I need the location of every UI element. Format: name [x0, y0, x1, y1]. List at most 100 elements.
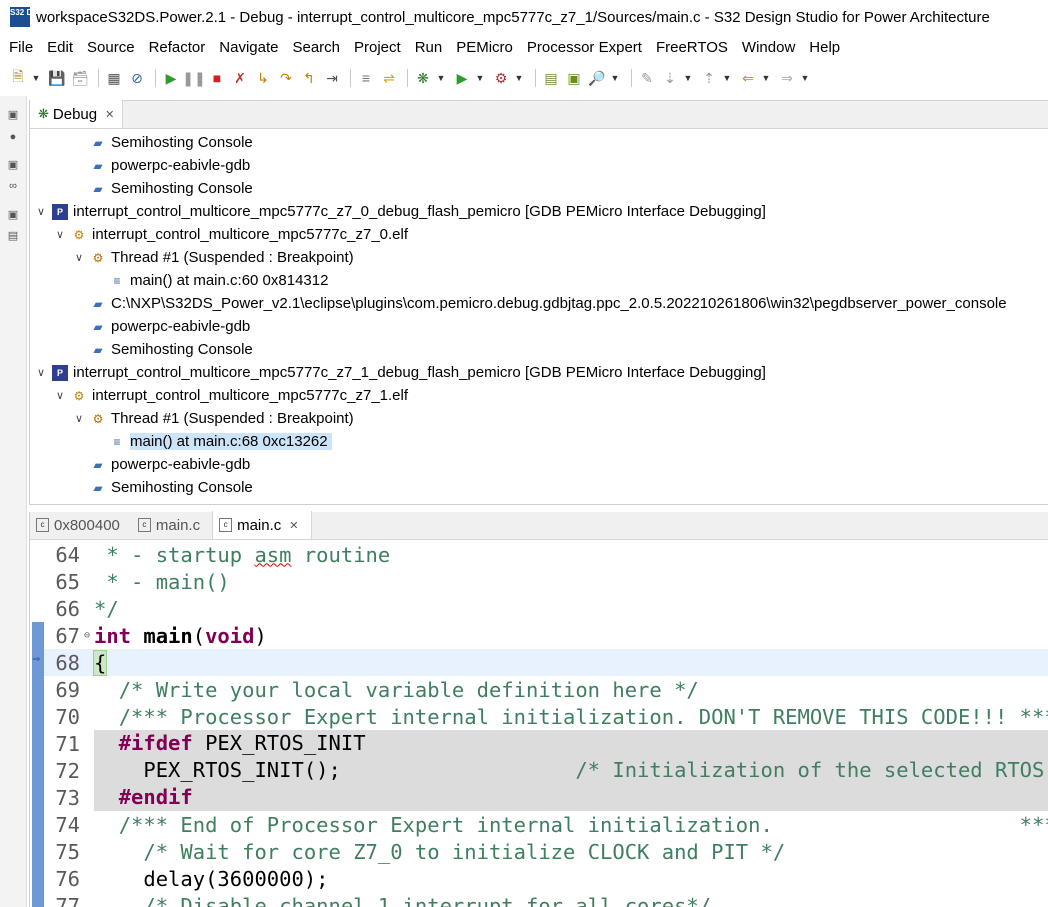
dropdown-arrow-icon[interactable]: ▼ [683, 68, 693, 88]
binary-icon[interactable]: ▦ [104, 68, 124, 88]
dropdown-arrow-icon[interactable]: ▼ [800, 68, 810, 88]
save-all-icon[interactable]: 🗃 [70, 68, 90, 88]
debug-tree-item[interactable]: ∨ ⚙ Thread #1 (Suspended : Breakpoint) [72, 407, 354, 430]
forward-icon[interactable]: ⇒ [777, 68, 797, 88]
menu-navigate[interactable]: Navigate [212, 39, 285, 56]
dropdown-arrow-icon[interactable]: ▼ [514, 68, 524, 88]
instruction-step-icon[interactable]: ⇥ [322, 68, 342, 88]
code-line[interactable]: 75 /* Wait for core Z7_0 to initialize C… [44, 838, 1048, 865]
menu-search[interactable]: Search [285, 39, 347, 56]
menu-project[interactable]: Project [347, 39, 408, 56]
suspend-icon[interactable]: ❚❚ [182, 68, 205, 88]
chevron-down-icon[interactable]: ∨ [72, 412, 86, 425]
resume-icon[interactable]: ▶ [161, 68, 181, 88]
menu-run[interactable]: Run [408, 39, 450, 56]
menu-edit[interactable]: Edit [40, 39, 80, 56]
debug-icon[interactable]: ❋ [413, 68, 433, 88]
new-icon[interactable]: 🗎 [8, 68, 28, 88]
menu-freertos[interactable]: FreeRTOS [649, 39, 735, 56]
annotation-icon[interactable]: ✎ [637, 68, 657, 88]
disconnect-icon[interactable]: ✗ [230, 68, 250, 88]
step-return-icon[interactable]: ↰ [299, 68, 319, 88]
chevron-down-icon[interactable]: ∨ [53, 389, 67, 402]
debug-target-icon: ⚙ [73, 227, 85, 242]
menu-refactor[interactable]: Refactor [142, 39, 213, 56]
dropdown-arrow-icon[interactable]: ▼ [761, 68, 771, 88]
dropdown-arrow-icon[interactable]: ▼ [31, 68, 41, 88]
code-line[interactable]: 66 */ [44, 595, 1048, 622]
chevron-down-icon[interactable]: ∨ [72, 251, 86, 264]
debug-tree-item[interactable]: ▰ Semihosting Console [72, 177, 252, 200]
chevron-down-icon[interactable]: ∨ [53, 228, 67, 241]
restore-icon[interactable]: ▣ [5, 206, 21, 222]
dropdown-arrow-icon[interactable]: ▼ [436, 68, 446, 88]
debug-tree-item-label: Semihosting Console [111, 341, 253, 358]
run-icon[interactable]: ▶ [452, 68, 472, 88]
debug-tree-item[interactable]: ∨ ⚙ interrupt_control_multicore_mpc5777c_z… [53, 223, 408, 246]
back-icon[interactable]: ⇐ [738, 68, 758, 88]
toggle-icon[interactable]: ≡ [356, 68, 376, 88]
search-icon[interactable]: 🔎 [587, 68, 607, 88]
open-task-icon[interactable]: ▣ [564, 68, 584, 88]
debug-tree-item[interactable]: ▰ Semihosting Console [72, 476, 252, 499]
skip-breakpoints-icon[interactable]: ⊘ [127, 68, 147, 88]
debug-tree-item[interactable]: ∨ Pinterrupt_control_multicore_mpc5777c_z… [34, 361, 766, 384]
expressions-view-icon[interactable]: ∞ [5, 178, 21, 194]
dropdown-arrow-icon[interactable]: ▼ [722, 68, 732, 88]
use-step-filters-icon[interactable]: ⇌ [379, 68, 399, 88]
close-icon[interactable]: ✕ [105, 108, 114, 121]
terminate-icon[interactable]: ■ [207, 68, 227, 88]
fold-collapse-icon[interactable]: ⊖ [80, 630, 94, 641]
menu-processor-expert[interactable]: Processor Expert [520, 39, 649, 56]
save-icon[interactable]: 💾 [47, 68, 67, 88]
code-line[interactable]: 76 delay(3600000); [44, 865, 1048, 892]
debug-tree-item[interactable]: ∨ Pinterrupt_control_multicore_mpc5777c_z… [34, 200, 766, 223]
menu-help[interactable]: Help [802, 39, 847, 56]
code-line[interactable]: 67 ⊖ int main(void) [44, 622, 1048, 649]
prev-annotation-icon[interactable]: ⇡ [699, 68, 719, 88]
debug-tree-item[interactable]: ▰ powerpc-eabivle-gdb [72, 453, 250, 476]
code-line[interactable]: 65 * - main() [44, 568, 1048, 595]
debug-tree-item[interactable]: ▰ powerpc-eabivle-gdb [72, 154, 250, 177]
dropdown-arrow-icon[interactable]: ▼ [475, 68, 485, 88]
code-line[interactable]: 73 #endif [44, 784, 1048, 811]
menu-source[interactable]: Source [80, 39, 142, 56]
editor-tab[interactable]: c main.c ✕ [212, 511, 312, 539]
next-annotation-icon[interactable]: ⇣ [660, 68, 680, 88]
code-line[interactable]: 68 { [44, 649, 1048, 676]
debug-tree-item[interactable]: ∨ ⚙ Thread #1 (Suspended : Breakpoint) [72, 246, 354, 269]
code-line[interactable]: 72 PEX_RTOS_INIT(); /* Initialization of… [44, 757, 1048, 784]
code-line[interactable]: 69 /* Write your local variable definiti… [44, 676, 1048, 703]
code-line[interactable]: 74 /*** End of Processor Expert internal… [44, 811, 1048, 838]
dropdown-arrow-icon[interactable]: ▼ [610, 68, 620, 88]
code-line[interactable]: 71 #ifdef PEX_RTOS_INIT [44, 730, 1048, 757]
debug-tree-item[interactable]: ▰ powerpc-eabivle-gdb [72, 315, 250, 338]
console-view-icon[interactable]: ▤ [5, 227, 21, 243]
code-area[interactable]: ⇒ 64 * - startup asm routine 65 * - main(… [30, 541, 1048, 907]
external-tools-icon[interactable]: ⚙ [491, 68, 511, 88]
step-into-icon[interactable]: ↳ [253, 68, 273, 88]
debug-tree-item[interactable]: ≡ main() at main.c:68 0xc13262 [91, 430, 332, 453]
tab-debug[interactable]: ❋ Debug ✕ [30, 100, 124, 128]
editor-tab[interactable]: c main.c [132, 511, 212, 539]
editor-tab[interactable]: c 0x800400 [30, 511, 132, 539]
debug-tree-item[interactable]: ≡ main() at main.c:60 0x814312 [91, 269, 328, 292]
debug-tree-item[interactable]: ▰ Semihosting Console [72, 338, 253, 361]
chevron-down-icon[interactable]: ∨ [34, 366, 48, 379]
menu-pemicro[interactable]: PEMicro [449, 39, 520, 56]
code-line[interactable]: 77 /* Disable channel 1 interrupt for al… [44, 892, 1048, 907]
debug-tree-item[interactable]: ▰ Semihosting Console [72, 131, 252, 154]
restore-icon[interactable]: ▣ [5, 156, 21, 172]
debug-tree-item[interactable]: ∨ ⚙ interrupt_control_multicore_mpc5777c_z… [53, 384, 408, 407]
close-icon[interactable]: ✕ [289, 519, 298, 532]
variables-view-icon[interactable]: ● [5, 129, 21, 145]
code-line[interactable]: 64 * - startup asm routine [44, 541, 1048, 568]
code-line[interactable]: 70 /*** Processor Expert internal initia… [44, 703, 1048, 730]
step-over-icon[interactable]: ↷ [276, 68, 296, 88]
open-type-icon[interactable]: ▤ [541, 68, 561, 88]
restore-icon[interactable]: ▣ [5, 106, 21, 122]
menu-window[interactable]: Window [735, 39, 802, 56]
debug-tree-item[interactable]: ▰ C:\NXP\S32DS_Power_v2.1\eclipse\plugins… [72, 292, 1006, 315]
chevron-down-icon[interactable]: ∨ [34, 205, 48, 218]
menu-file[interactable]: File [0, 39, 40, 56]
